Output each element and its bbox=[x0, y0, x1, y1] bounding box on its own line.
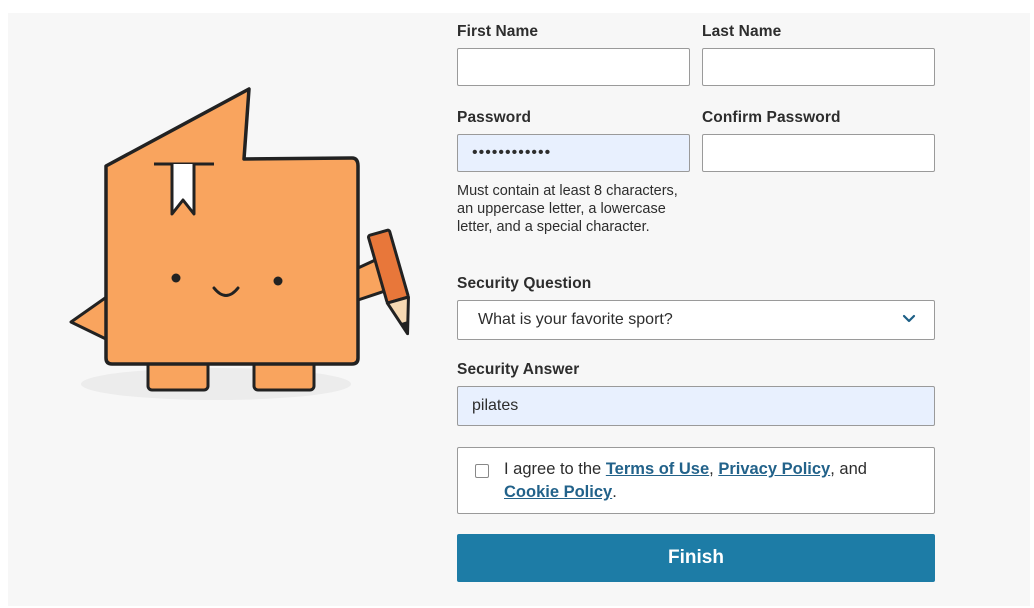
comma-text: , bbox=[709, 460, 719, 478]
password-field[interactable] bbox=[457, 134, 690, 172]
security-question-label: Security Question bbox=[457, 275, 592, 292]
last-name-field[interactable] bbox=[702, 48, 935, 86]
terms-agreement-text: I agree to the Terms of Use, Privacy Pol… bbox=[504, 458, 884, 504]
security-question-value: What is your favorite sport? bbox=[478, 311, 673, 328]
chevron-down-icon bbox=[902, 314, 916, 323]
confirm-password-label: Confirm Password bbox=[702, 109, 841, 126]
terms-of-use-link[interactable]: Terms of Use bbox=[606, 460, 709, 478]
agree-prefix-text: I agree to the bbox=[504, 460, 606, 478]
period-text: . bbox=[612, 483, 617, 501]
security-question-select[interactable]: What is your favorite sport? bbox=[457, 300, 935, 340]
password-requirements-hint: Must contain at least 8 characters, an u… bbox=[457, 183, 678, 235]
terms-agreement-box: I agree to the Terms of Use, Privacy Pol… bbox=[457, 447, 935, 514]
first-name-label: First Name bbox=[457, 23, 539, 40]
first-name-field[interactable] bbox=[457, 48, 690, 86]
cookie-policy-link[interactable]: Cookie Policy bbox=[504, 483, 612, 501]
privacy-policy-link[interactable]: Privacy Policy bbox=[718, 460, 830, 478]
terms-agree-checkbox[interactable] bbox=[475, 464, 489, 478]
finish-button[interactable]: Finish bbox=[457, 534, 935, 582]
last-name-label: Last Name bbox=[702, 23, 782, 40]
security-answer-label: Security Answer bbox=[457, 361, 580, 378]
confirm-password-field[interactable] bbox=[702, 134, 935, 172]
security-answer-field[interactable] bbox=[457, 386, 935, 426]
password-label: Password bbox=[457, 109, 532, 126]
book-mascot-illustration bbox=[69, 87, 410, 400]
and-text: , and bbox=[830, 460, 867, 478]
